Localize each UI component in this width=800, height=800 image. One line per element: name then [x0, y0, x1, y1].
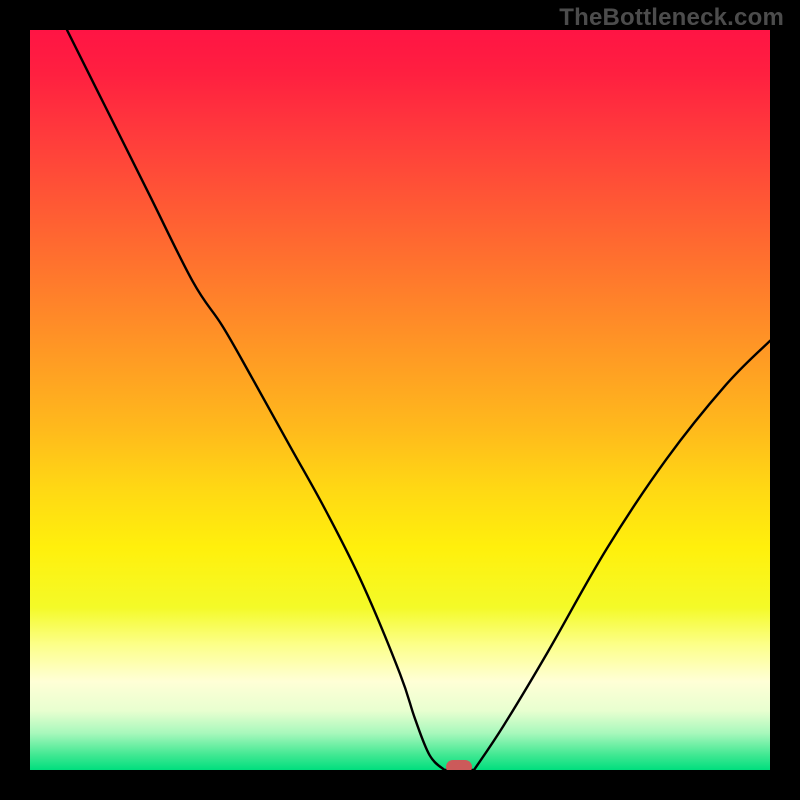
optimal-marker [446, 760, 472, 770]
bottleneck-curve [30, 30, 770, 770]
bottleneck-curve-path [67, 30, 770, 770]
chart-frame: TheBottleneck.com [0, 0, 800, 800]
plot-area [30, 30, 770, 770]
watermark-label: TheBottleneck.com [559, 4, 784, 32]
